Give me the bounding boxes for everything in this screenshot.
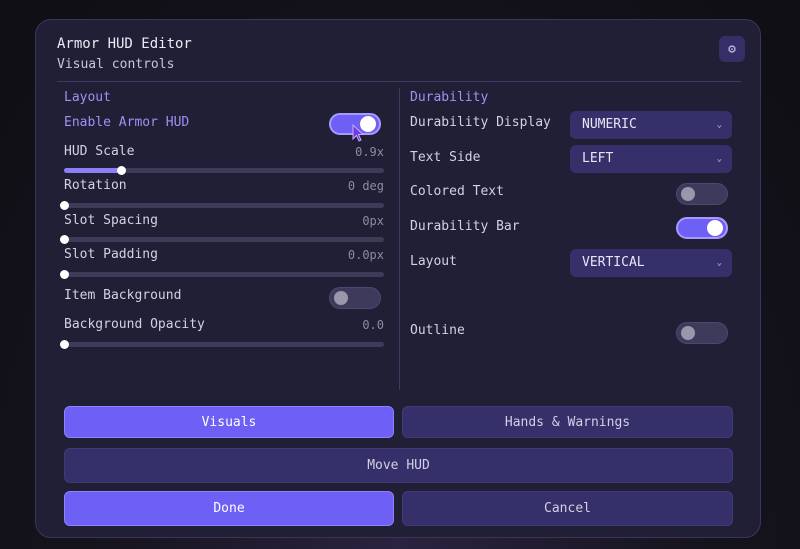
text-side-dropdown[interactable]: LEFT ⌄	[570, 145, 732, 173]
slider-knob[interactable]	[59, 269, 69, 279]
tab-visuals[interactable]: Visuals	[64, 406, 394, 438]
background-opacity-value: 0.0	[362, 318, 384, 332]
hud-scale-label: HUD Scale	[64, 144, 135, 159]
slot-spacing-slider[interactable]	[59, 234, 384, 244]
window-title: Armor HUD Editor	[57, 36, 192, 52]
column-divider	[399, 88, 400, 390]
durability-section-title: Durability	[410, 90, 489, 105]
outline-toggle[interactable]	[676, 322, 728, 344]
dropdown-value: VERTICAL	[582, 255, 645, 270]
gear-icon: ⚙	[728, 41, 736, 57]
slot-padding-label: Slot Padding	[64, 247, 158, 262]
editor-panel: Armor HUD Editor Visual controls ⚙ Layou…	[35, 19, 761, 538]
slot-spacing-label: Slot Spacing	[64, 213, 158, 228]
dropdown-value: LEFT	[582, 151, 614, 166]
slot-padding-slider[interactable]	[59, 269, 384, 279]
slider-fill	[64, 168, 122, 173]
layout-section-title: Layout	[64, 90, 111, 105]
layout-label: Layout	[410, 254, 457, 269]
cancel-button[interactable]: Cancel	[402, 491, 733, 526]
done-button[interactable]: Done	[64, 491, 394, 526]
dropdown-value: NUMERIC	[582, 117, 637, 132]
outline-label: Outline	[410, 323, 465, 338]
slider-knob[interactable]	[59, 339, 69, 349]
text-side-label: Text Side	[410, 150, 481, 165]
chevron-down-icon: ⌄	[716, 154, 722, 164]
slot-padding-value: 0.0px	[347, 248, 384, 262]
slider-knob[interactable]	[59, 234, 69, 244]
chevron-down-icon: ⌄	[716, 120, 722, 130]
toggle-knob	[707, 220, 723, 236]
layout-dropdown[interactable]: VERTICAL ⌄	[570, 249, 732, 277]
slider-knob[interactable]	[59, 200, 69, 210]
header-divider	[57, 81, 741, 82]
durability-bar-label: Durability Bar	[410, 219, 520, 234]
rotation-value: 0 deg	[347, 179, 384, 193]
tab-hands-warnings[interactable]: Hands & Warnings	[402, 406, 733, 438]
item-background-toggle[interactable]	[329, 287, 381, 309]
window-subtitle: Visual controls	[57, 57, 175, 72]
move-hud-button[interactable]: Move HUD	[64, 448, 733, 483]
slider-knob[interactable]	[117, 165, 127, 175]
durability-display-dropdown[interactable]: NUMERIC ⌄	[570, 111, 732, 139]
settings-button[interactable]: ⚙	[719, 36, 745, 62]
durability-display-label: Durability Display	[410, 115, 551, 130]
toggle-knob	[334, 291, 348, 305]
item-background-label: Item Background	[64, 288, 182, 303]
colored-text-toggle[interactable]	[676, 183, 728, 205]
toggle-knob	[681, 187, 695, 201]
durability-bar-toggle[interactable]	[676, 217, 728, 239]
toggle-knob	[681, 326, 695, 340]
mouse-cursor-icon	[352, 124, 364, 142]
hud-scale-slider[interactable]	[64, 165, 384, 175]
hud-scale-value: 0.9x	[355, 145, 384, 159]
colored-text-label: Colored Text	[410, 184, 504, 199]
chevron-down-icon: ⌄	[716, 258, 722, 268]
rotation-slider[interactable]	[59, 200, 384, 210]
rotation-label: Rotation	[64, 178, 127, 193]
enable-armor-hud-label: Enable Armor HUD	[64, 115, 190, 130]
background-opacity-label: Background Opacity	[64, 317, 205, 332]
slot-spacing-value: 0px	[362, 214, 384, 228]
background-opacity-slider[interactable]	[59, 339, 384, 349]
